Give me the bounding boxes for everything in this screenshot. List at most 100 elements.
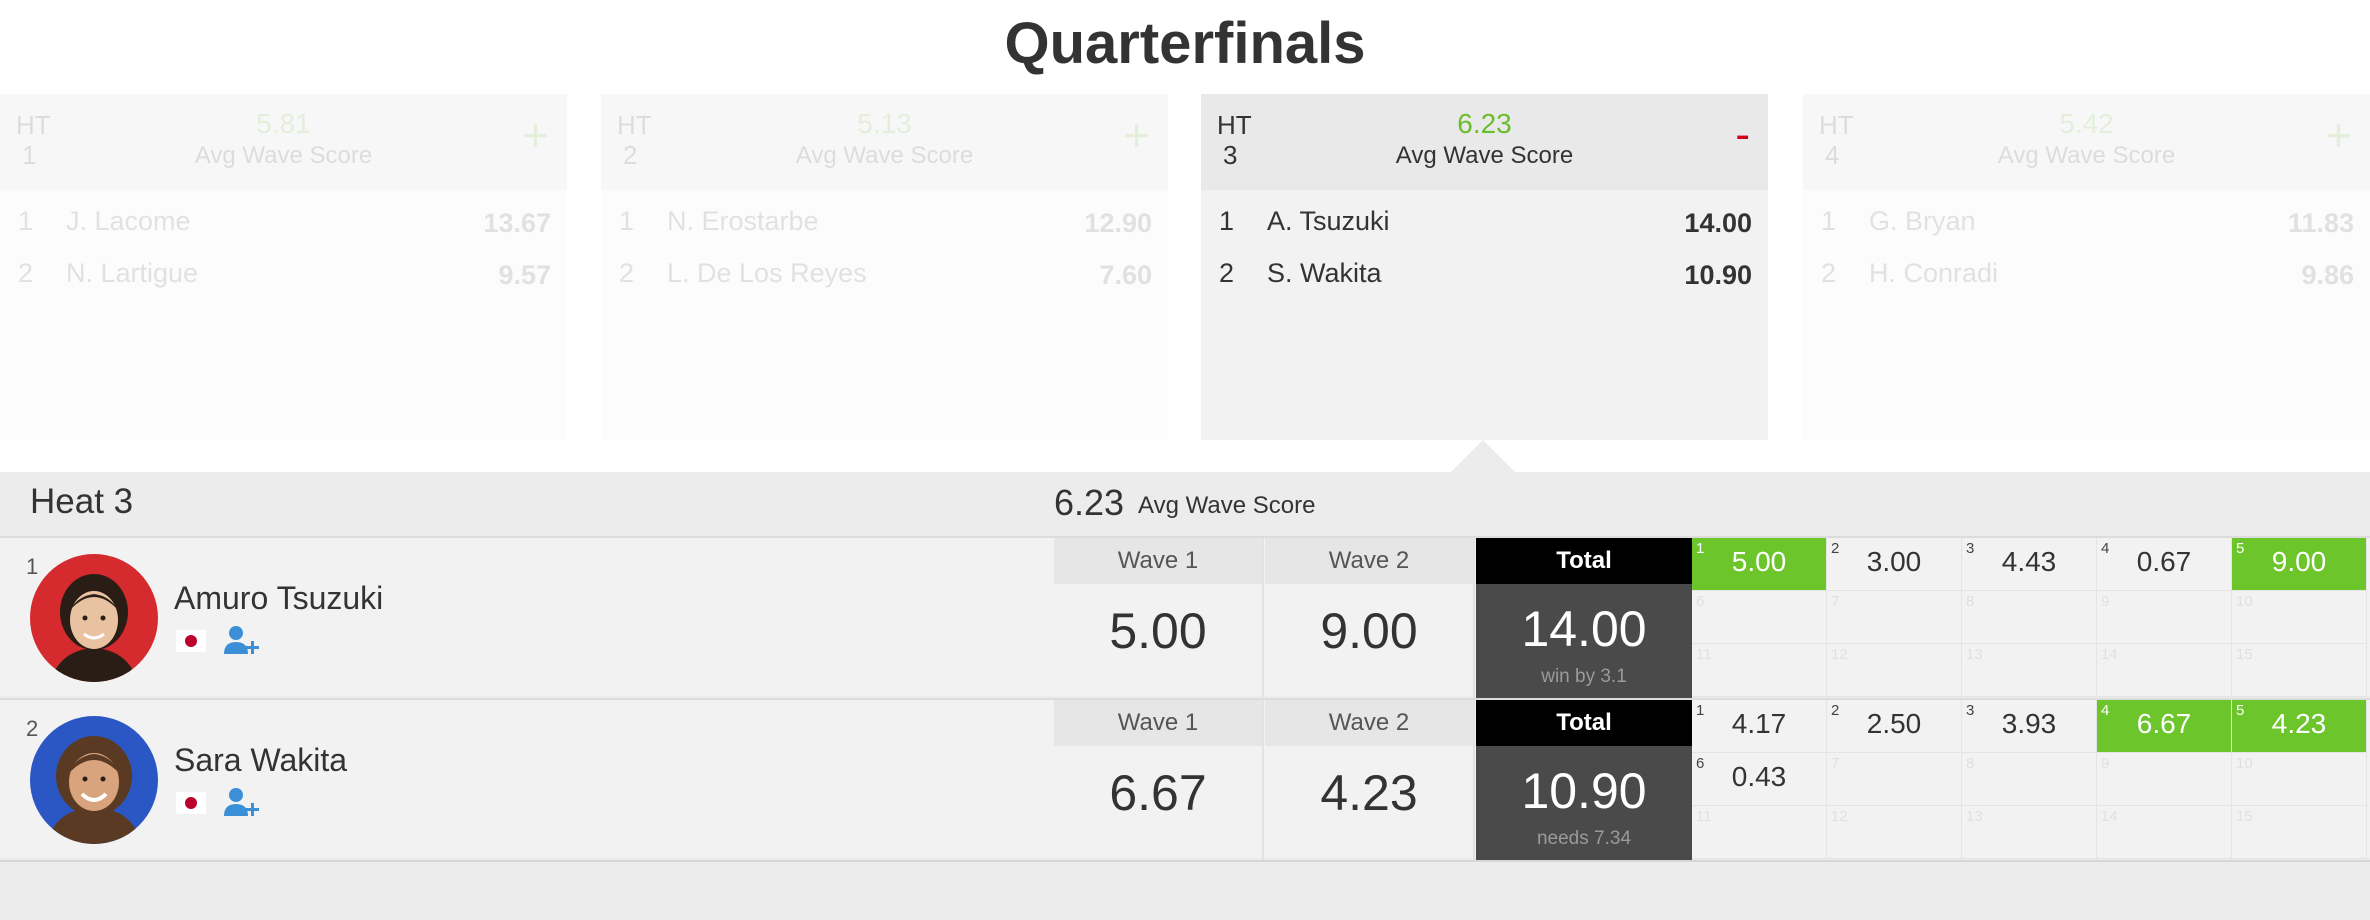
- heat-row: 1 A. Tsuzuki 14.00: [1201, 198, 1768, 250]
- expand-icon[interactable]: +: [2325, 112, 2352, 158]
- wave-index: 11: [1696, 808, 1712, 825]
- heat-avg-score: 5.81: [256, 108, 311, 139]
- wave-cell: 13: [1962, 806, 2097, 859]
- wave-index: 8: [1966, 755, 1975, 772]
- row-surfer-name: A. Tsuzuki: [1267, 206, 1390, 236]
- heat-card-header: HT 3 6.23 Avg Wave Score -: [1201, 94, 1768, 190]
- wave-cell: 11: [1692, 644, 1827, 697]
- heat-card-header: HT 4 5.42 Avg Wave Score +: [1803, 94, 2370, 190]
- row-surfer-name: J. Lacome: [66, 206, 191, 236]
- heat-number: 1: [22, 140, 37, 170]
- heat-row: 2 S. Wakita 10.90: [1201, 250, 1768, 302]
- row-surfer-name: G. Bryan: [1869, 206, 1976, 236]
- follow-athlete-icon[interactable]: [222, 786, 262, 818]
- wave-cell: 1 5.00: [1692, 538, 1827, 591]
- wave-grid: 1 4.17 2 2.50 3 3.93 4 6.67 5 4.23 6 0.43 7 8 9 10 11 12 1…: [1692, 700, 2370, 860]
- wave-index: 11: [1696, 646, 1712, 663]
- active-heat-pointer: [1451, 440, 1515, 472]
- row-rank: 2: [619, 258, 635, 288]
- heat-avg-label: Avg Wave Score: [1997, 142, 2176, 169]
- heat-avg-score: 6.23: [1457, 108, 1512, 139]
- wave-1-label: Wave 1: [1054, 538, 1262, 584]
- heat-card-2[interactable]: HT 2 5.13 Avg Wave Score + 1 N. Erostarb…: [601, 94, 1168, 440]
- detail-heat-name: Heat 3: [30, 482, 134, 521]
- total-label: Total: [1476, 700, 1692, 746]
- wave-cell: 15: [2232, 644, 2367, 697]
- wave-2-column: Wave 2 4.23: [1265, 700, 1475, 860]
- heat-label: HT: [16, 110, 51, 140]
- avatar: [30, 554, 158, 682]
- heat-label: HT: [617, 110, 652, 140]
- expand-icon[interactable]: +: [1123, 112, 1150, 158]
- wave-index: 12: [1831, 808, 1848, 825]
- total-column: Total 14.00 win by 3.1: [1476, 538, 1692, 698]
- wave-cell: 9: [2097, 591, 2232, 644]
- avatar: [30, 716, 158, 844]
- wave-index: 12: [1831, 646, 1848, 663]
- wave-cell: 7: [1827, 753, 1962, 806]
- wave-1-column: Wave 1 6.67: [1054, 700, 1264, 860]
- wave-cell: 10: [2232, 753, 2367, 806]
- heat-row: 2 L. De Los Reyes 7.60: [601, 250, 1168, 302]
- total-label: Total: [1476, 538, 1692, 584]
- wave-index: 13: [1966, 646, 1983, 663]
- row-rank: 2: [1821, 258, 1837, 288]
- follow-athlete-icon[interactable]: [222, 624, 262, 656]
- wave-score: 0.67: [2136, 546, 2192, 577]
- wave-score: 3.00: [1866, 546, 1922, 577]
- wave-2-score: 4.23: [1320, 765, 1418, 821]
- wave-cell: 4 6.67: [2097, 700, 2232, 753]
- round-title: Quarterfinals: [1004, 11, 1366, 76]
- wave-score: 9.00: [2271, 546, 2327, 577]
- heat-avg-label: Avg Wave Score: [1395, 142, 1574, 169]
- surfer-row[interactable]: 1 Amuro Tsuzuki Wave 1 5.00 Wave 2 9.00 …: [0, 536, 2370, 698]
- heat-number: 3: [1223, 140, 1238, 170]
- wave-score: 5.00: [1731, 546, 1787, 577]
- wave-1-score: 5.00: [1109, 603, 1207, 659]
- wave-index: 10: [2236, 755, 2253, 772]
- heat-card-4[interactable]: HT 4 5.42 Avg Wave Score + 1 G. Bryan 11…: [1803, 94, 2370, 440]
- wave-index: 14: [2101, 646, 2118, 663]
- row-score: 14.00: [1684, 208, 1752, 238]
- heat-card-3[interactable]: HT 3 6.23 Avg Wave Score - 1 A. Tsuzuki …: [1201, 94, 1768, 440]
- total-score: 10.90: [1521, 763, 1647, 819]
- wave-cell: 7: [1827, 591, 1962, 644]
- japan-flag-icon: [176, 630, 206, 652]
- heat-number: 2: [623, 140, 638, 170]
- collapse-icon[interactable]: -: [1735, 112, 1750, 158]
- heat-avg-label: Avg Wave Score: [194, 142, 373, 169]
- wave-cell: 5 4.23: [2232, 700, 2367, 753]
- wave-index: 8: [1966, 593, 1975, 610]
- row-rank: 1: [619, 206, 635, 236]
- row-score: 11.83: [2287, 208, 2354, 238]
- row-score: 7.60: [1099, 260, 1152, 290]
- expand-icon[interactable]: +: [522, 112, 549, 158]
- wave-index: 7: [1831, 593, 1840, 610]
- wave-index: 9: [2101, 755, 2110, 772]
- wave-index: 15: [2236, 808, 2253, 825]
- heat-card-1[interactable]: HT 1 5.81 Avg Wave Score + 1 J. Lacome 1…: [0, 94, 567, 440]
- wave-cell: 2 3.00: [1827, 538, 1962, 591]
- detail-avg-score: 6.23: [1054, 482, 1125, 523]
- surfer-row[interactable]: 2 Sara Wakita Wave 1 6.67 Wave 2 4.23 To…: [0, 698, 2370, 860]
- total-score: 14.00: [1521, 601, 1647, 657]
- wave-cell: 15: [2232, 806, 2367, 859]
- heat-row: 2 H. Conradi 9.86: [1803, 250, 2370, 302]
- wave-index: 7: [1831, 755, 1840, 772]
- wave-1-score: 6.67: [1109, 765, 1207, 821]
- surfer-name: Sara Wakita: [174, 742, 348, 778]
- wave-cell: 12: [1827, 644, 1962, 697]
- total-note: win by 3.1: [1541, 666, 1627, 687]
- heat-row: 2 N. Lartigue 9.57: [0, 250, 567, 302]
- heat-detail-panel: Heat 3 6.23 Avg Wave Score 1 Amuro Tsuzu…: [0, 472, 2370, 920]
- wave-cell: 3 3.93: [1962, 700, 2097, 753]
- wave-cell: 10: [2232, 591, 2367, 644]
- row-rank: 2: [18, 258, 34, 288]
- detail-avg-label: Avg Wave Score: [1138, 492, 1316, 519]
- row-score: 9.57: [498, 260, 551, 290]
- wave-score: 4.23: [2271, 708, 2327, 739]
- wave-cell: 1 4.17: [1692, 700, 1827, 753]
- row-surfer-name: N. Erostarbe: [667, 206, 819, 236]
- wave-score: 3.93: [2001, 708, 2057, 739]
- row-score: 13.67: [483, 208, 551, 238]
